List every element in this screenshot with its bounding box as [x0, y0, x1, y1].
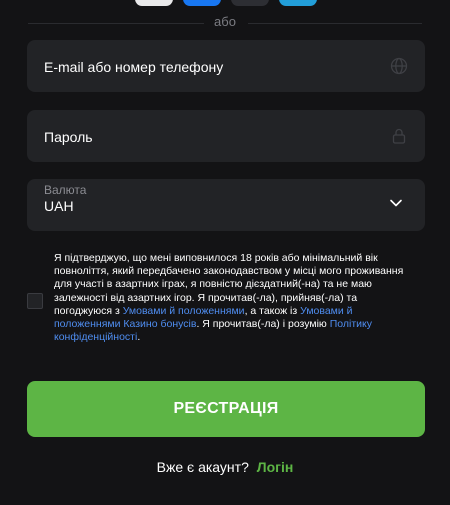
password-field[interactable]: Пароль	[27, 110, 425, 162]
currency-label: Валюта	[44, 183, 87, 197]
chevron-down-icon[interactable]	[389, 196, 403, 210]
telegram-login-button[interactable]	[279, 0, 317, 6]
terms-text: Я підтверджую, що мені виповнилося 18 ро…	[54, 252, 404, 344]
email-phone-field[interactable]: E-mail або номер телефону	[27, 40, 425, 92]
apple-login-button[interactable]	[231, 0, 269, 6]
divider-text: або	[214, 14, 236, 29]
terms-section: Я підтверджую, що мені виповнилося 18 ро…	[0, 247, 450, 347]
login-prompt: Вже є акаунт? Логін	[0, 459, 450, 475]
currency-select[interactable]: Валюта UAH	[27, 179, 425, 231]
login-link[interactable]: Логін	[257, 459, 294, 475]
terms-text-part3: . Я прочитав(-ла) і розумію	[196, 318, 330, 331]
currency-value: UAH	[44, 198, 74, 214]
globe-icon	[390, 57, 408, 75]
google-login-button[interactable]	[135, 0, 173, 6]
terms-text-part4: .	[137, 331, 141, 344]
or-divider: або	[0, 14, 450, 30]
register-button[interactable]: РЕЄСТРАЦІЯ	[27, 381, 425, 437]
lock-icon	[392, 128, 406, 144]
password-placeholder: Пароль	[44, 129, 93, 145]
divider-line-right	[248, 23, 422, 24]
terms-text-part2: , а також із	[244, 304, 301, 317]
facebook-login-button[interactable]	[183, 0, 221, 6]
have-account-text: Вже є акаунт?	[156, 459, 249, 475]
terms-checkbox[interactable]	[27, 293, 43, 309]
email-phone-placeholder: E-mail або номер телефону	[44, 59, 224, 75]
social-login-row	[0, 0, 450, 8]
terms-conditions-link[interactable]: Умовами й положеннями	[123, 305, 245, 317]
